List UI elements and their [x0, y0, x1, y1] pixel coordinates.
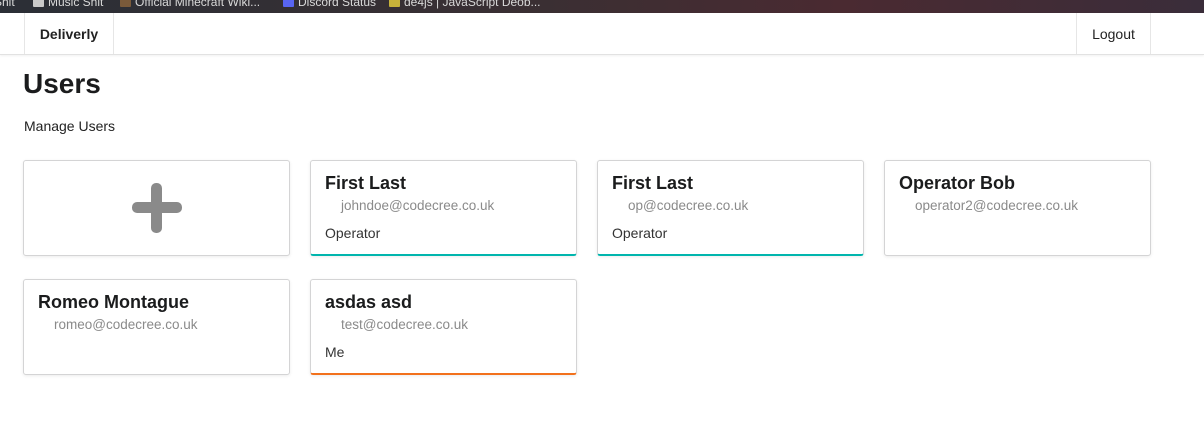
user-name: First Last	[325, 173, 407, 193]
bookmark-de4js[interactable]: de4js | JavaScript Deob...	[389, 0, 541, 9]
bookmark-music-shit[interactable]: Music Shit	[33, 0, 103, 9]
user-name: First Last	[612, 173, 694, 193]
user-role: Operator	[325, 225, 381, 241]
user-name: Romeo Montague	[38, 292, 189, 312]
user-email: test@codecree.co.uk	[341, 317, 469, 332]
user-email: romeo@codecree.co.uk	[54, 317, 198, 332]
user-role: Me	[325, 344, 345, 360]
top-navbar: Deliverly Logout	[0, 13, 1204, 55]
bookmark-label: Official Minecraft Wiki...	[135, 0, 261, 9]
bookmark-discord-status[interactable]: Discord Status	[283, 0, 376, 9]
user-card[interactable]: asdas asd test@codecree.co.uk Me	[310, 279, 577, 375]
user-name: Operator Bob	[899, 173, 1016, 193]
bookmark-minecraft-wiki[interactable]: Official Minecraft Wiki...	[120, 0, 260, 9]
user-role: Operator	[612, 225, 668, 241]
logout-button[interactable]: Logout	[1076, 13, 1151, 54]
script-icon	[389, 0, 400, 7]
user-card[interactable]: Operator Bob operator2@codecree.co.uk	[884, 160, 1151, 256]
page-subtitle: Manage Users	[24, 118, 116, 134]
user-card[interactable]: First Last johndoe@codecree.co.uk Operat…	[310, 160, 577, 256]
add-user-card[interactable]	[23, 160, 290, 256]
user-card[interactable]: Romeo Montague romeo@codecree.co.uk	[23, 279, 290, 375]
user-email: operator2@codecree.co.uk	[915, 198, 1079, 213]
minecraft-icon	[120, 0, 131, 7]
folder-icon	[33, 0, 44, 7]
discord-icon	[283, 0, 294, 7]
page-title: Users	[23, 68, 101, 99]
bookmark-label: Shit	[0, 0, 15, 9]
user-card[interactable]: First Last op@codecree.co.uk Operator	[597, 160, 864, 256]
bookmarks-bar: Shit Music Shit Official Minecraft Wiki.…	[0, 0, 1204, 13]
bookmark-label: Discord Status	[298, 0, 377, 9]
user-name: asdas asd	[325, 292, 413, 312]
user-email: op@codecree.co.uk	[628, 198, 749, 213]
plus-icon	[132, 183, 182, 233]
bookmark-label: Music Shit	[48, 0, 104, 9]
user-email: johndoe@codecree.co.uk	[341, 198, 495, 213]
brand-link[interactable]: Deliverly	[24, 13, 114, 54]
bookmark-label: de4js | JavaScript Deob...	[404, 0, 541, 9]
bookmark-shit[interactable]: Shit	[0, 0, 15, 9]
